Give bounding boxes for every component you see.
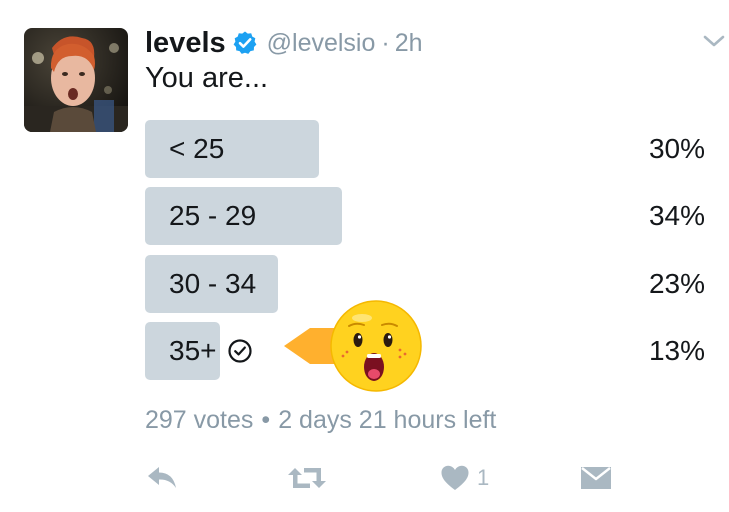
tweet-actions: 1 [0, 458, 729, 498]
envelope-icon [581, 467, 611, 489]
poll-option-label-wrap: 35+ [169, 322, 253, 380]
reply-button[interactable] [146, 458, 178, 498]
like-count: 1 [477, 465, 490, 490]
tweet-text: You are... [145, 62, 269, 94]
poll-votes: 297 votes [145, 406, 254, 434]
poll-option-percent: 34% [648, 200, 705, 231]
tweet-header: levels @levelsio · 2h [145, 26, 423, 60]
poll-option-label: 35+ [169, 335, 217, 366]
chevron-down-icon[interactable] [702, 32, 726, 50]
avatar-photo [24, 28, 128, 132]
reply-icon [148, 467, 176, 488]
poll-option-percent: 23% [648, 268, 705, 299]
poll-option-label: 30 - 34 [169, 268, 257, 299]
poll-option-percent: 13% [648, 335, 705, 366]
poll-meta: 297 votes • 2 days 21 hours left [145, 406, 496, 435]
retweet-button[interactable] [287, 458, 327, 498]
poll-option: < 25 30% [145, 120, 705, 178]
direct-message-button[interactable] [580, 458, 612, 498]
avatar[interactable] [24, 28, 128, 132]
surprised-face-sticker [272, 292, 432, 400]
author-handle[interactable]: @levelsio [267, 29, 376, 58]
poll-time-left: 2 days 21 hours left [278, 406, 497, 434]
verified-badge-icon [232, 30, 258, 56]
heart-icon [441, 465, 469, 490]
like-button[interactable]: 1 [441, 458, 489, 498]
meta-bullet: • [261, 406, 271, 434]
author-name[interactable]: levels [145, 27, 226, 60]
poll-option: 25 - 29 34% [145, 187, 705, 245]
poll-option-label: < 25 [169, 133, 225, 164]
tweet-timestamp[interactable]: 2h [395, 29, 423, 58]
poll-option-label: 25 - 29 [169, 200, 257, 231]
poll-option-percent: 30% [648, 133, 705, 164]
check-circle-icon [227, 338, 253, 364]
header-separator: · [381, 28, 390, 57]
retweet-icon [288, 468, 326, 488]
